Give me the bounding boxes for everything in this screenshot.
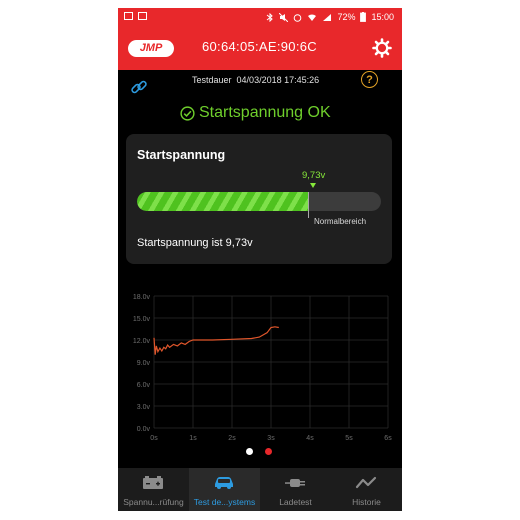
nav-voltage-check[interactable]: Spannu...rüfung (118, 468, 189, 511)
test-datetime: 04/03/2018 17:45:26 (236, 75, 320, 85)
app-header: JMP 60:64:05:AE:90:6C (118, 28, 402, 70)
battery-test-icon (143, 476, 163, 489)
voltage-message: Startspannung ist 9,73v (137, 237, 253, 249)
result-status: Startspannung OK (180, 104, 331, 122)
x-tick-label: 6s (384, 435, 392, 442)
y-tick-label: 0.0v (137, 426, 151, 433)
startspannung-card: Startspannung 9,73v Normalbereich Starts… (126, 134, 392, 264)
link-icon[interactable] (130, 78, 148, 96)
check-circle-icon (180, 105, 195, 121)
x-tick-label: 1s (189, 435, 197, 442)
voltage-value-label: 9,73v (302, 170, 326, 181)
nav-system-test[interactable]: Test de...ystems (189, 468, 260, 511)
nav-charge-test-label: Ladetest (279, 497, 312, 507)
settings-gear-icon[interactable] (372, 38, 392, 58)
voltage-chart: 18.0v 15.0v 12.0v 9.0v 6.0v 3.0v 0.0v 0s 1s 2s 3s 4… (133, 294, 392, 442)
page-dot-2[interactable] (265, 448, 272, 455)
wifi-icon (308, 13, 317, 21)
gallery-notification-icon (138, 12, 147, 20)
page-indicator (246, 448, 272, 455)
alarm-icon (294, 13, 302, 22)
normal-range-divider (308, 192, 309, 218)
battery-percent: 72% (337, 12, 356, 22)
phone-screen: 72% 15:00 JMP 60:64:05:AE:90:6C Testdaue… (118, 8, 402, 511)
test-duration-label: Testdauer (192, 75, 232, 85)
y-tick-label: 9.0v (137, 360, 151, 367)
nav-voltage-check-label: Spannu...rüfung (123, 497, 184, 507)
nav-history[interactable]: Historie (331, 468, 402, 511)
nav-charge-test[interactable]: Ladetest (260, 468, 331, 511)
voltage-series-line (153, 326, 279, 355)
screenshot-notification-icon (124, 12, 133, 20)
bluetooth-icon (267, 12, 274, 22)
clock-time: 15:00 (371, 12, 394, 22)
battery-icon (360, 12, 367, 22)
nav-system-test-label: Test de...ystems (193, 497, 256, 507)
help-icon[interactable]: ? (361, 71, 378, 88)
page-dot-1[interactable] (246, 448, 253, 455)
normal-range-label: Normalbereich (314, 217, 367, 226)
plug-icon (285, 479, 305, 487)
test-duration-row: Testdauer 04/03/2018 17:45:26 (192, 75, 319, 85)
x-tick-label: 0s (150, 435, 158, 442)
car-icon (215, 477, 233, 489)
system-status-bar: 72% 15:00 (118, 8, 402, 28)
mute-icon (279, 12, 289, 22)
history-trend-icon (355, 476, 377, 489)
signal-icon (323, 13, 332, 21)
voltage-bar-fill (137, 192, 310, 211)
y-tick-label: 3.0v (137, 404, 151, 411)
card-title: Startspannung (137, 148, 226, 162)
y-tick-label: 18.0v (133, 294, 151, 301)
bottom-navigation: Spannu...rüfung Test de...ystems Ladetes… (118, 468, 402, 511)
jmp-logo: JMP (128, 40, 174, 57)
y-tick-label: 6.0v (137, 382, 151, 389)
voltage-bar-track (137, 192, 381, 211)
nav-history-label: Historie (352, 497, 381, 507)
device-address: 60:64:05:AE:90:6C (202, 39, 317, 54)
x-tick-label: 3s (267, 435, 275, 442)
result-status-text: Startspannung OK (199, 104, 331, 121)
y-tick-label: 15.0v (133, 316, 151, 323)
x-tick-label: 4s (306, 435, 314, 442)
x-tick-label: 2s (228, 435, 236, 442)
x-tick-label: 5s (345, 435, 353, 442)
y-tick-label: 12.0v (133, 338, 151, 345)
voltage-marker-icon (310, 183, 316, 188)
